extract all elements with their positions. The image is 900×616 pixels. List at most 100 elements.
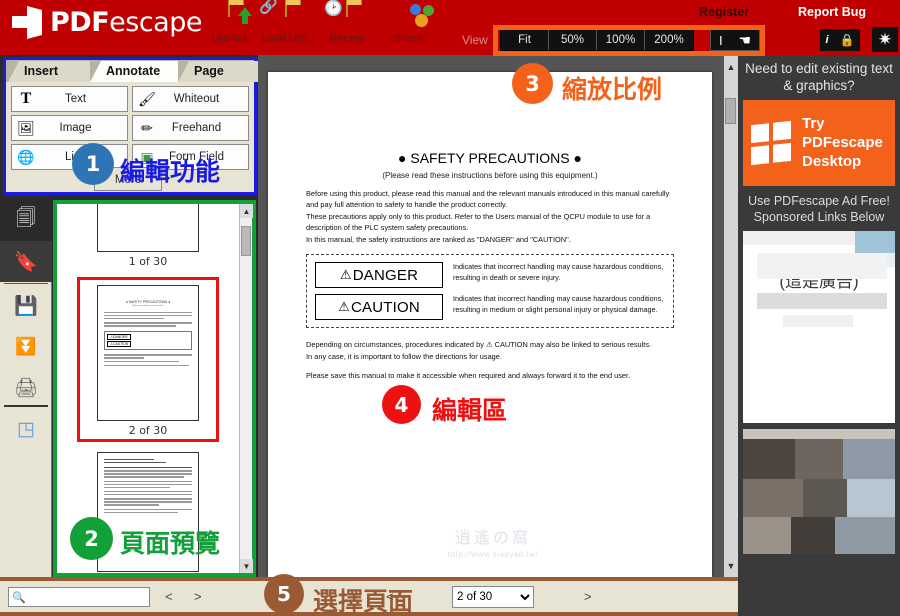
pdfescape-desktop-banner[interactable]: Try PDFescape Desktop: [743, 99, 895, 186]
folder-link-icon: 🔗: [257, 0, 315, 32]
document-title: ● SAFETY PRECAUTIONS ●: [398, 150, 582, 166]
pages-icon[interactable]: 🗐: [0, 199, 52, 240]
tool-image-label: Image: [59, 122, 92, 134]
image-icon: 🖼: [17, 119, 35, 136]
thumbnail-scrollbar[interactable]: ▲ ▼: [239, 204, 253, 573]
thumbnail-item[interactable]: ● SAFETY PRECAUTIONS ● (Please read thes…: [77, 277, 219, 442]
thumbnail-scroll-down-icon[interactable]: ▼: [240, 559, 253, 573]
watermark-title: 逍遙の窩: [454, 530, 531, 547]
notice-row-caution: ⚠ CAUTION Indicates that incorrect handli…: [315, 294, 665, 321]
thumbnail-item[interactable]: 1 of 30: [57, 204, 239, 273]
app-header: PDFescape Upload 🔗 Load URL 🕑 Recent Sha…: [0, 0, 900, 55]
annotation-marker-4: 4: [382, 385, 421, 424]
annotation-marker-1: 1: [72, 143, 114, 185]
tool-whiteout-button[interactable]: 🖌 Whiteout: [132, 86, 249, 112]
ad-subtext: Use PDFescape Ad Free! Sponsored Links B…: [748, 193, 890, 224]
pdfescape-window: PDFescape Upload 🔗 Load URL 🕑 Recent Sha…: [0, 0, 900, 616]
document-footer-paragraph: In any case, it is important to follow t…: [306, 351, 502, 361]
info-icon[interactable]: i: [825, 34, 828, 46]
windows-logo-icon: [751, 120, 791, 165]
viewer-scroll-up-icon[interactable]: ▲: [724, 55, 738, 78]
register-link[interactable]: Register: [699, 5, 749, 19]
viewer-scrollbar[interactable]: [724, 78, 738, 554]
gear-icon[interactable]: ✷: [872, 27, 898, 52]
ad-banner-text: Try PDFescape Desktop: [802, 114, 883, 171]
tab-annotate[interactable]: Annotate: [90, 61, 178, 82]
thumbnail-page-2: ● SAFETY PRECAUTIONS ● (Please read thes…: [97, 285, 199, 421]
tool-text-button[interactable]: T Text: [11, 86, 128, 112]
folder-upload-icon: [200, 3, 258, 32]
whiteout-icon: 🖌: [138, 90, 156, 107]
annotation-label-5: 選擇頁面: [313, 587, 414, 616]
header-tool-load-url-label: Load URL: [261, 33, 311, 45]
thumbnail-caption: 1 of 30: [128, 255, 168, 268]
pdfescape-logo-icon: [12, 6, 43, 39]
document-page[interactable]: ● SAFETY PRECAUTIONS ● (Please read thes…: [268, 72, 712, 577]
share-people-icon: [379, 4, 437, 32]
thumbnail-next-button[interactable]: >: [194, 589, 202, 604]
thumbnail-caption: 2 of 30: [128, 424, 168, 437]
thumbnail-scroll-up-icon[interactable]: ▲: [240, 204, 253, 218]
watermark: 逍遙の窩 http://www.xiaoyao.tw/: [388, 524, 598, 559]
tool-image-button[interactable]: 🖼 Image: [11, 115, 128, 141]
search-box[interactable]: 🔍: [8, 587, 150, 607]
annotation-marker-5: 5: [264, 574, 304, 614]
header-tool-recent-label: Recent: [329, 33, 365, 45]
pencil-icon: ✏: [141, 119, 153, 136]
view-label: View: [462, 33, 488, 47]
print-icon[interactable]: 🖨: [0, 367, 52, 408]
tab-insert[interactable]: Insert: [8, 61, 90, 82]
thumbnail-page-1: [97, 204, 199, 252]
header-tool-upload[interactable]: Upload: [200, 3, 258, 45]
annotation-marker-3: 3: [512, 63, 553, 104]
left-icon-rail: 🗐 🔖 💾 ⏬ 🖨 ◳: [0, 199, 52, 577]
viewer-scroll-down-icon[interactable]: ▼: [724, 554, 738, 577]
document-footer-paragraph: Depending on circumstances, procedures i…: [306, 340, 652, 350]
thumbnail-prev-button[interactable]: <: [165, 589, 173, 604]
download-icon[interactable]: ⏬: [0, 326, 52, 367]
caution-description: Indicates that incorrect handling may ca…: [453, 294, 664, 315]
brand-bold: PDF: [50, 7, 110, 38]
header-info-group: i 🔒: [820, 29, 860, 51]
ad-headline: Need to edit existing text & graphics?: [745, 61, 893, 93]
tool-text-label: Text: [64, 93, 87, 105]
viewer-scrollbar-handle[interactable]: [725, 98, 736, 124]
window-icon[interactable]: ◳: [0, 409, 52, 450]
bookmark-icon[interactable]: 🔖: [0, 241, 52, 282]
tool-freehand-button[interactable]: ✏ Freehand: [132, 115, 249, 141]
text-icon: T: [20, 90, 32, 107]
caution-signal-word: ⚠ CAUTION: [315, 294, 443, 321]
brand-light: escape: [109, 7, 202, 38]
page-select-dropdown[interactable]: 1 of 302 of 303 of 30: [452, 586, 534, 608]
header-tool-recent[interactable]: 🕑 Recent: [318, 1, 376, 45]
header-tool-load-url[interactable]: 🔗 Load URL: [257, 0, 315, 45]
header-tool-upload-label: Upload: [211, 33, 247, 45]
watermark-url: http://www.xiaoyao.tw/: [447, 550, 539, 559]
report-bug-link[interactable]: Report Bug: [798, 5, 866, 19]
document-footer-paragraph: Please save this manual to make it acces…: [306, 371, 631, 381]
annotation-marker-2: 2: [70, 517, 113, 560]
tool-whiteout-label: Whiteout: [173, 93, 220, 105]
safety-notice-box: ⚠ DANGER Indicates that incorrect handlin…: [306, 254, 674, 329]
pdfescape-logo[interactable]: PDFescape: [12, 6, 202, 39]
lock-icon[interactable]: 🔒: [840, 33, 855, 47]
document-paragraph: These precautions apply only to this pro…: [306, 211, 651, 233]
warning-triangle-icon: ⚠: [339, 267, 352, 283]
warning-triangle-icon: ⚠: [338, 299, 350, 315]
ad-slot-upper[interactable]: (這是廣告): [743, 231, 895, 424]
annotation-highlight-zoom: [493, 25, 765, 56]
danger-description: Indicates that incorrect handling may ca…: [453, 262, 664, 283]
advertisement-panel: Need to edit existing text & graphics? T…: [738, 55, 900, 616]
ad-slot-lower[interactable]: [743, 429, 895, 555]
tool-freehand-label: Freehand: [171, 122, 222, 134]
header-tool-share-label: Share: [393, 33, 423, 45]
tab-page[interactable]: Page: [178, 61, 258, 82]
save-icon[interactable]: 💾: [0, 285, 52, 326]
search-input[interactable]: [25, 590, 144, 604]
annotation-label-4: 編輯區: [432, 396, 508, 425]
tool-tab-row: Insert Annotate Page: [6, 60, 258, 82]
header-tool-share[interactable]: Share: [379, 4, 437, 45]
page-next-button[interactable]: >: [584, 589, 592, 604]
thumbnail-scrollbar-handle[interactable]: [241, 226, 251, 256]
notice-row-danger: ⚠ DANGER Indicates that incorrect handlin…: [315, 262, 665, 289]
